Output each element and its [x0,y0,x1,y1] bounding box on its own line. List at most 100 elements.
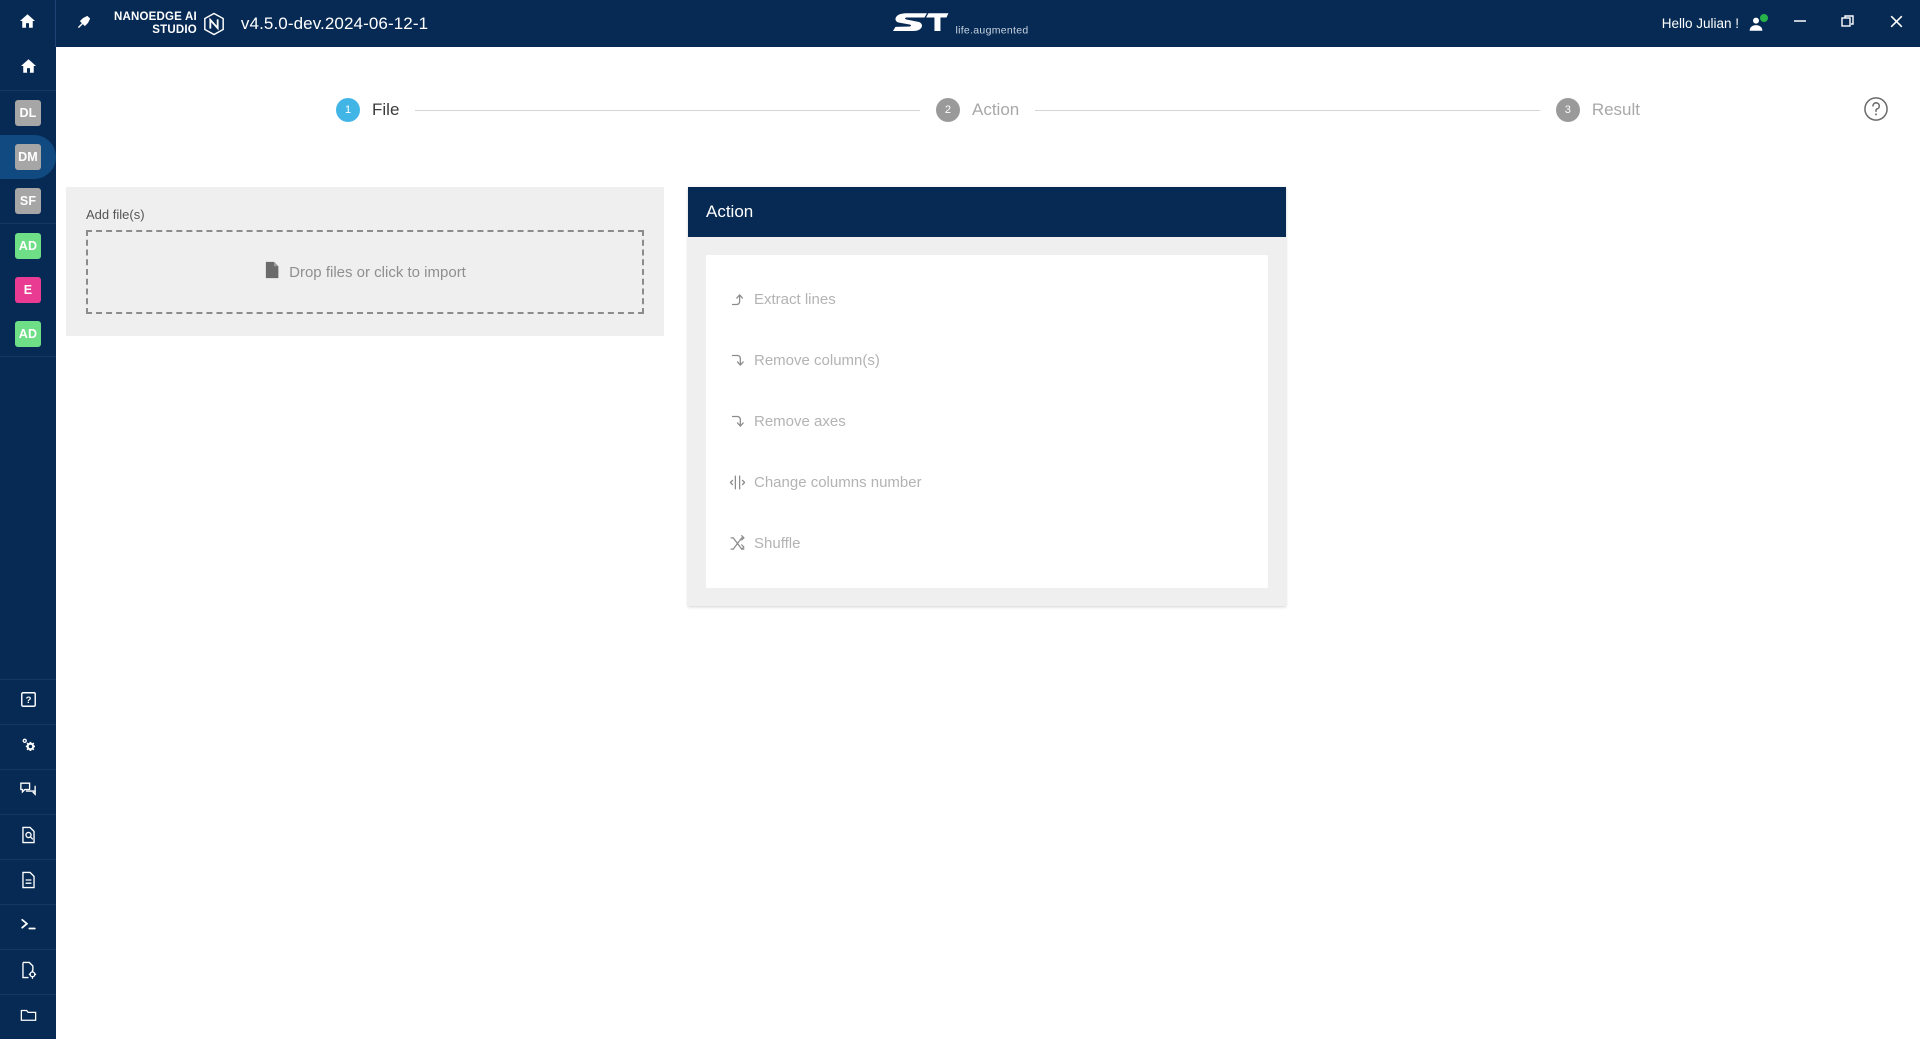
sidebar-item-label: SF [15,188,41,214]
action-item-label: Remove axes [754,413,846,430]
st-logo-icon [891,8,949,39]
svg-text:?: ? [25,695,31,706]
document-search-icon [19,825,38,850]
left-sidebar: DL DM SF AD E AD ? [0,47,56,1039]
action-panel: Action Extract lines Remove column(s) Re… [688,187,1286,606]
user-greeting-label: Hello Julian ! [1661,16,1739,31]
step-label: Result [1591,100,1640,119]
arrow-turn-up-icon [729,291,746,308]
main-content: 1 File 2 Action 3 Result Add file(s) Dro… [56,47,1920,1039]
document-icon [19,870,38,895]
sidebar-tool-help[interactable]: ? [0,679,56,724]
home-icon [18,12,37,35]
restore-window-icon [1840,13,1856,34]
step-connector-2 [1035,109,1540,111]
action-remove-axes[interactable]: Remove axes [706,391,1268,452]
home-icon [19,57,38,80]
status-badge [1760,13,1768,22]
sidebar-project-group-1: DL DM SF [0,91,56,224]
step-action[interactable]: 2 Action [935,98,1020,122]
nanoedge-n-logo-icon [203,12,225,36]
brand-line-2: STUDIO [152,23,197,36]
titlebar-right-controls: Hello Julian ! [1662,0,1920,47]
pin-icon [76,13,93,35]
sidebar-tool-chat[interactable] [0,769,56,814]
minimize-button[interactable] [1776,0,1824,47]
app-brand: NANOEDGE AI STUDIO [112,0,225,47]
action-item-label: Change columns number [754,474,922,491]
sidebar-item-e[interactable]: E [0,268,56,312]
sidebar-home-button[interactable] [0,47,56,91]
sidebar-item-ad-2[interactable]: AD [0,312,56,356]
sidebar-tool-document-search[interactable] [0,814,56,859]
sidebar-tools: ? [0,679,56,1039]
user-greeting-button[interactable]: Hello Julian ! [1661,13,1776,33]
step-connector-1 [415,109,920,111]
title-bar: NANOEDGE AI STUDIO v4.5.0-dev.2024-06-12… [0,0,1920,47]
help-button[interactable] [1862,95,1892,125]
sidebar-item-label: DL [15,100,41,126]
sidebar-tool-folder[interactable] [0,994,56,1039]
action-panel-title: Action [706,202,754,221]
step-label: File [372,100,400,119]
sidebar-item-dm[interactable]: DM [0,135,56,179]
arrow-turn-down-icon [729,413,746,430]
sidebar-tool-document[interactable] [0,859,56,904]
step-label: Action [971,100,1020,119]
chat-bubbles-icon [18,780,38,804]
action-shuffle[interactable]: Shuffle [706,513,1268,574]
sidebar-item-label: AD [15,233,41,259]
sidebar-item-ad-1[interactable]: AD [0,224,56,268]
action-extract-lines[interactable]: Extract lines [706,269,1268,330]
file-panel: Add file(s) Drop files or click to impor… [66,187,664,336]
sidebar-tool-document-settings[interactable] [0,949,56,994]
step-result[interactable]: 3 Result [1555,98,1640,122]
action-item-label: Remove column(s) [754,352,880,369]
action-list: Extract lines Remove column(s) Remove ax… [706,255,1268,588]
close-button[interactable] [1872,0,1920,47]
help-icon: ? [19,690,38,714]
help-circle-icon [1862,97,1890,127]
panels-row: Add file(s) Drop files or click to impor… [56,187,1920,606]
sidebar-item-label: AD [15,321,41,347]
action-item-label: Shuffle [754,535,801,552]
step-number: 3 [1555,98,1580,122]
brand-line-1: NANOEDGE AI [114,10,197,23]
st-tagline: life.augmented [955,24,1029,36]
file-icon [264,261,279,284]
action-remove-columns[interactable]: Remove column(s) [706,330,1268,391]
wizard-stepper: 1 File 2 Action 3 Result [56,80,1920,140]
folder-open-icon [18,1006,39,1029]
action-change-columns-number[interactable]: Change columns number [706,452,1268,513]
shuffle-icon [729,535,746,552]
step-number: 1 [336,98,360,122]
arrow-turn-down-icon [729,352,746,369]
document-settings-icon [19,960,38,985]
dropzone-label: Drop files or click to import [289,263,466,281]
minimize-icon [1792,13,1808,34]
close-icon [1888,13,1905,35]
restore-button[interactable] [1824,0,1872,47]
avatar [1746,13,1768,33]
action-item-label: Extract lines [754,291,836,308]
app-version: v4.5.0-dev.2024-06-12-1 [240,13,429,33]
terminal-icon [18,915,39,939]
sidebar-item-label: E [15,277,41,303]
sidebar-item-dl[interactable]: DL [0,91,56,135]
horizontal-resize-icon [729,474,746,491]
titlebar-pin-button[interactable] [56,0,112,47]
sidebar-item-sf[interactable]: SF [0,179,56,223]
sidebar-tool-settings[interactable] [0,724,56,769]
file-dropzone[interactable]: Drop files or click to import [86,230,644,314]
action-panel-header: Action [688,187,1286,237]
settings-gears-icon [18,735,39,760]
action-panel-body: Extract lines Remove column(s) Remove ax… [688,237,1286,606]
titlebar-spacer [428,0,1662,47]
st-logo: life.augmented [891,8,1028,39]
step-number: 2 [935,98,960,122]
add-files-label: Add file(s) [86,207,145,222]
sidebar-item-label: DM [15,144,41,170]
sidebar-tool-terminal[interactable] [0,904,56,949]
step-file[interactable]: 1 File [336,98,399,122]
titlebar-home-button[interactable] [0,0,56,47]
